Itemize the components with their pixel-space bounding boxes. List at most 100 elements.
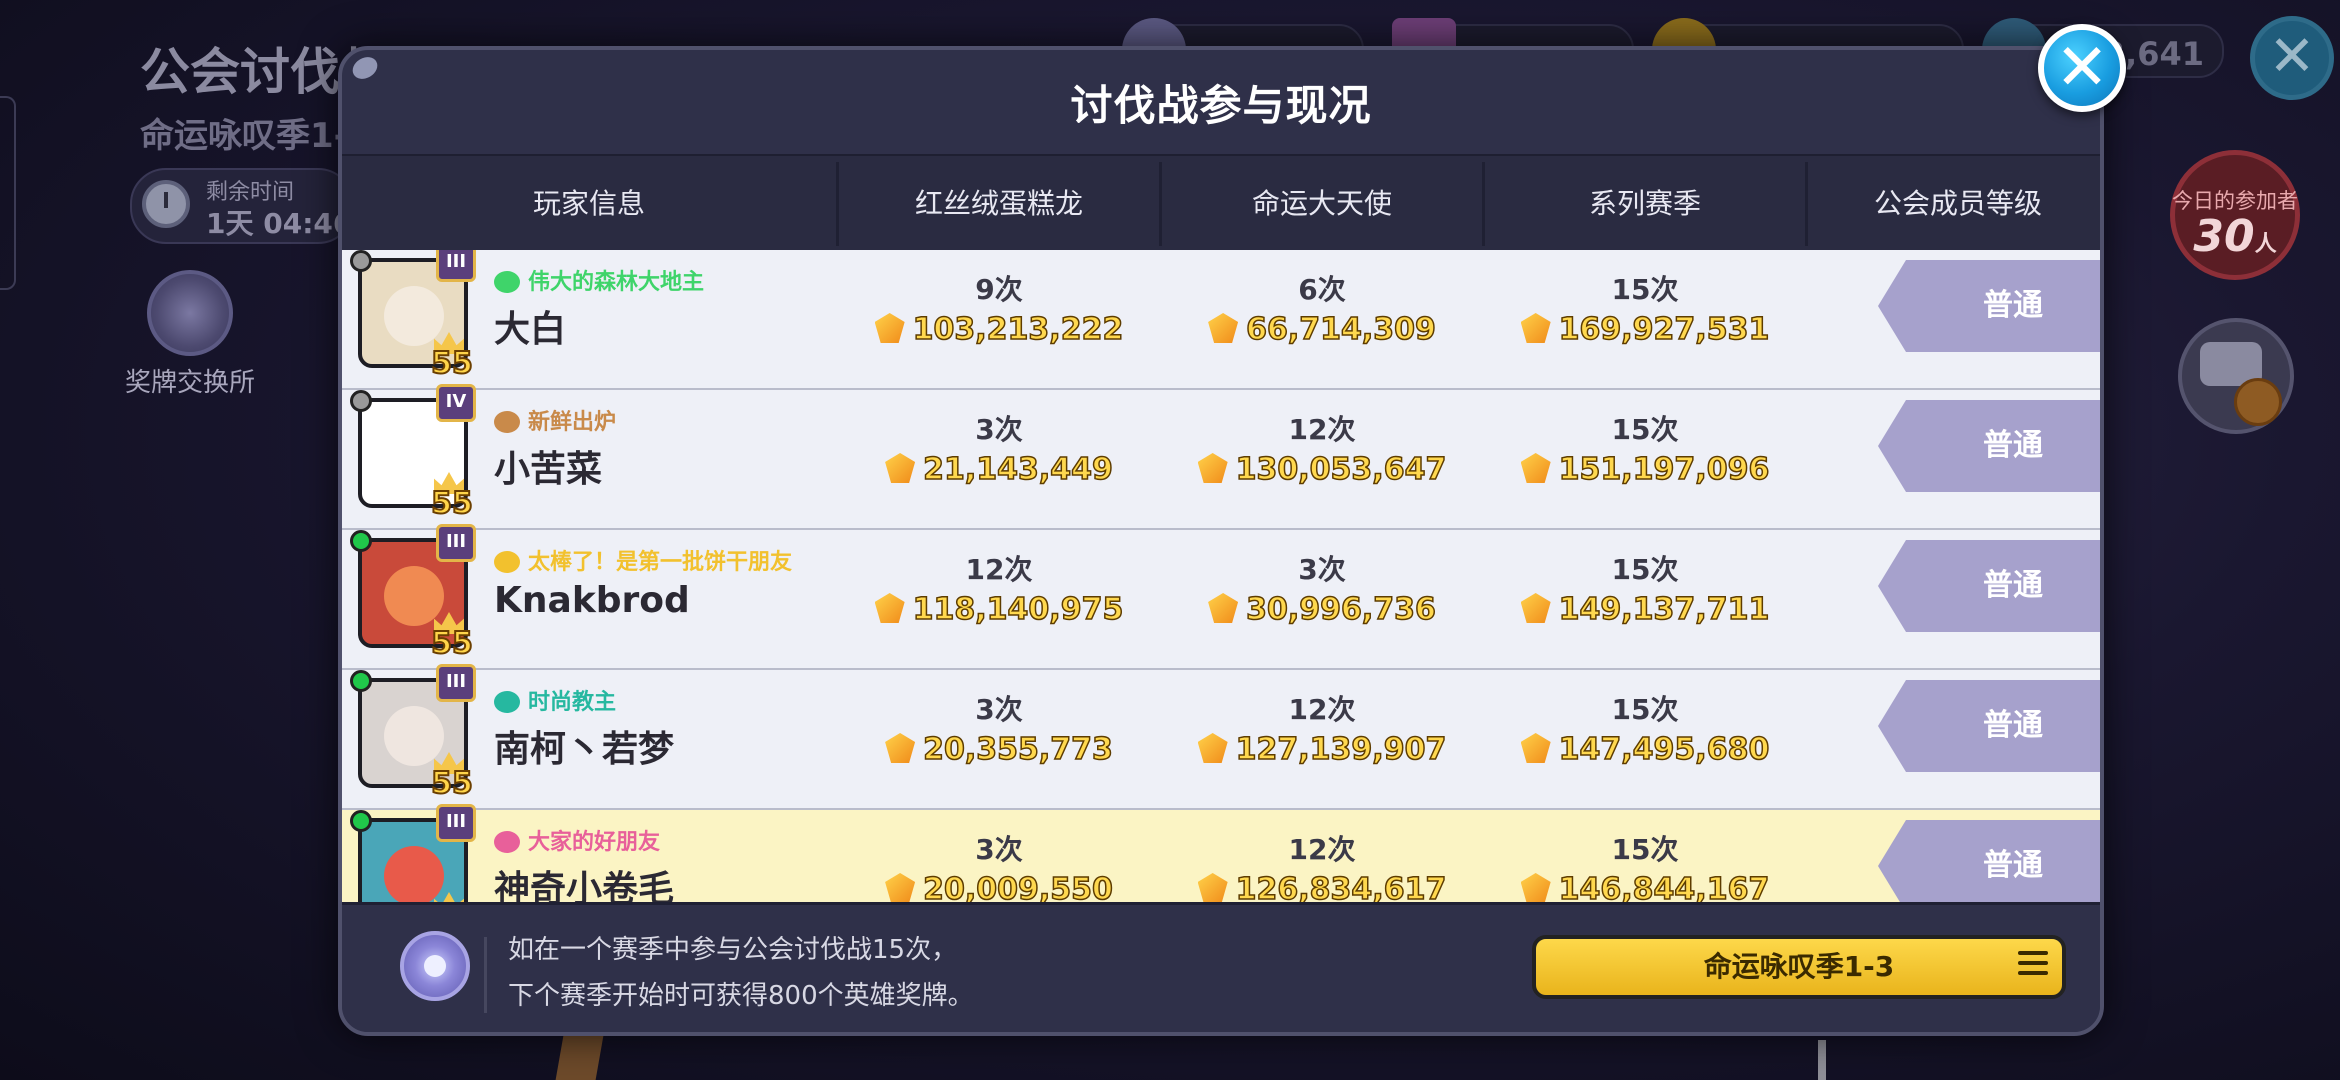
table-row[interactable]: III 55 时尚教主 南柯丶若梦 3次 20,355,773 12次 127,… bbox=[342, 664, 2100, 810]
damage-icon bbox=[1208, 593, 1239, 623]
heart-icon bbox=[494, 551, 520, 573]
member-grade-tag: 普通 bbox=[1878, 540, 2100, 632]
medal-shop-button[interactable]: 奖牌交换所 bbox=[120, 270, 260, 399]
flag-decoration bbox=[555, 1030, 605, 1080]
column-header-boss-1: 红丝绒蛋糕龙 bbox=[914, 187, 1083, 220]
player-list[interactable]: III 55 伟大的森林大地主 大白 9次 103,213,222 6次 66,… bbox=[342, 250, 2100, 902]
damage-value: 126,834,617 bbox=[1172, 871, 1472, 902]
player-name: 小苦菜 bbox=[494, 449, 603, 490]
table-row[interactable]: III 55 太棒了！是第一批饼干朋友 Knakbrod 12次 118,140… bbox=[342, 524, 2100, 670]
medal-shop-label: 奖牌交换所 bbox=[124, 368, 255, 398]
player-avatar[interactable]: III 55 bbox=[350, 804, 476, 902]
attempt-count: 12次 bbox=[965, 553, 1033, 586]
stat-cell: 12次 130,053,647 bbox=[1172, 408, 1472, 488]
player-avatar[interactable]: III 55 bbox=[350, 250, 476, 382]
attempt-count: 12次 bbox=[1288, 833, 1356, 866]
rank-emblem-icon: III bbox=[436, 664, 476, 702]
damage-value: 127,139,907 bbox=[1172, 731, 1472, 768]
stat-cell: 3次 20,355,773 bbox=[849, 688, 1149, 768]
attempt-count: 15次 bbox=[1611, 553, 1679, 586]
season-select-button[interactable]: 命运咏叹季1-3 bbox=[1532, 935, 2066, 999]
player-avatar[interactable]: III 55 bbox=[350, 664, 476, 802]
table-header: 玩家信息 红丝绒蛋糕龙 命运大天使 系列赛季 公会成员等级 bbox=[342, 154, 2100, 255]
damage-icon bbox=[874, 313, 905, 343]
damage-icon bbox=[1520, 873, 1551, 902]
clock-icon bbox=[142, 180, 190, 228]
crown-icon bbox=[494, 271, 520, 293]
damage-value: 30,996,736 bbox=[1172, 591, 1472, 628]
member-grade-tag: 普通 bbox=[1878, 260, 2100, 352]
online-status-indicator bbox=[350, 250, 372, 272]
online-status-indicator bbox=[350, 810, 372, 832]
player-avatar[interactable]: IV 55 bbox=[350, 384, 476, 522]
attempt-count: 12次 bbox=[1288, 413, 1356, 446]
attempt-count: 15次 bbox=[1611, 833, 1679, 866]
level-badge: 55 bbox=[426, 612, 478, 662]
damage-icon bbox=[1197, 873, 1228, 902]
chat-button[interactable] bbox=[2178, 318, 2294, 434]
rank-emblem-icon: IV bbox=[436, 384, 476, 422]
side-tab[interactable] bbox=[0, 96, 16, 290]
player-level: 55 bbox=[430, 345, 474, 382]
reward-info-line-2: 下个赛季开始时可获得800个英雄奖牌。 bbox=[508, 981, 974, 1011]
participation-status-modal: 讨伐战参与现况 玩家信息 红丝绒蛋糕龙 命运大天使 系列赛季 公会成员等级 II… bbox=[338, 46, 2104, 1036]
daily-participants: 今日的参加者 30人 bbox=[2170, 150, 2300, 280]
damage-value: 21,143,449 bbox=[849, 451, 1149, 488]
cookie-icon bbox=[494, 411, 520, 433]
attempt-count: 3次 bbox=[975, 833, 1023, 866]
attempt-count: 3次 bbox=[1298, 553, 1346, 586]
remaining-time: 剩余时间 1天 04:46: bbox=[130, 168, 364, 244]
stat-cell: 15次 147,495,680 bbox=[1495, 688, 1795, 768]
heart-icon bbox=[494, 831, 520, 853]
damage-value: 147,495,680 bbox=[1495, 731, 1795, 768]
rank-emblem-icon: III bbox=[436, 524, 476, 562]
damage-icon bbox=[1208, 313, 1239, 343]
cookie-icon bbox=[494, 691, 520, 713]
damage-icon bbox=[1520, 733, 1551, 763]
crown-icon bbox=[434, 892, 464, 902]
stat-cell: 9次 103,213,222 bbox=[849, 268, 1149, 348]
damage-value: 146,844,167 bbox=[1495, 871, 1795, 902]
attempt-count: 3次 bbox=[975, 413, 1023, 446]
player-title: 伟大的森林大地主 bbox=[494, 264, 704, 296]
table-row[interactable]: IV 55 新鲜出炉 小苦菜 3次 21,143,449 12次 130,053… bbox=[342, 384, 2100, 530]
attempt-count: 15次 bbox=[1611, 273, 1679, 306]
damage-value: 169,927,531 bbox=[1495, 311, 1795, 348]
screen-close-button[interactable]: ✕ bbox=[2250, 16, 2334, 100]
attempt-count: 3次 bbox=[975, 693, 1023, 726]
column-header-boss-2: 命运大天使 bbox=[1251, 187, 1392, 220]
modal-title: 讨伐战参与现况 bbox=[1070, 81, 1372, 130]
table-row[interactable]: III 55 伟大的森林大地主 大白 9次 103,213,222 6次 66,… bbox=[342, 250, 2100, 390]
damage-value: 151,197,096 bbox=[1495, 451, 1795, 488]
online-status-indicator bbox=[350, 670, 372, 692]
player-title: 时尚教主 bbox=[494, 684, 616, 716]
player-title: 大家的好朋友 bbox=[494, 824, 660, 856]
attempt-count: 15次 bbox=[1611, 413, 1679, 446]
stat-cell: 3次 21,143,449 bbox=[849, 408, 1149, 488]
damage-icon bbox=[1520, 453, 1551, 483]
modal-close-button[interactable]: ✕ bbox=[2038, 24, 2126, 112]
player-level: 55 bbox=[430, 485, 474, 522]
season-subtitle: 命运咏叹季1- bbox=[140, 116, 348, 156]
attempt-count: 12次 bbox=[1288, 693, 1356, 726]
member-grade-tag: 普通 bbox=[1878, 820, 2100, 902]
footer-divider bbox=[484, 937, 487, 1013]
close-icon: ✕ bbox=[2268, 24, 2316, 89]
reward-info-line-1: 如在一个赛季中参与公会讨伐战15次， bbox=[508, 935, 958, 965]
damage-icon bbox=[885, 453, 916, 483]
stat-cell: 15次 146,844,167 bbox=[1495, 828, 1795, 902]
level-badge: 55 bbox=[426, 332, 478, 382]
rank-emblem-icon: III bbox=[436, 804, 476, 842]
player-level: 55 bbox=[430, 765, 474, 802]
damage-value: 20,355,773 bbox=[849, 731, 1149, 768]
close-icon: ✕ bbox=[2055, 31, 2109, 105]
level-badge: 55 bbox=[426, 472, 478, 522]
medal-icon bbox=[147, 270, 233, 356]
player-avatar[interactable]: III 55 bbox=[350, 524, 476, 662]
player-name: 大白 bbox=[494, 309, 567, 350]
player-name: Knakbrod bbox=[494, 580, 690, 621]
table-row[interactable]: III 55 大家的好朋友 神奇小卷毛 3次 20,009,550 12次 12… bbox=[342, 804, 2100, 902]
damage-icon bbox=[1197, 453, 1228, 483]
menu-icon bbox=[2018, 951, 2048, 979]
damage-value: 66,714,309 bbox=[1172, 311, 1472, 348]
